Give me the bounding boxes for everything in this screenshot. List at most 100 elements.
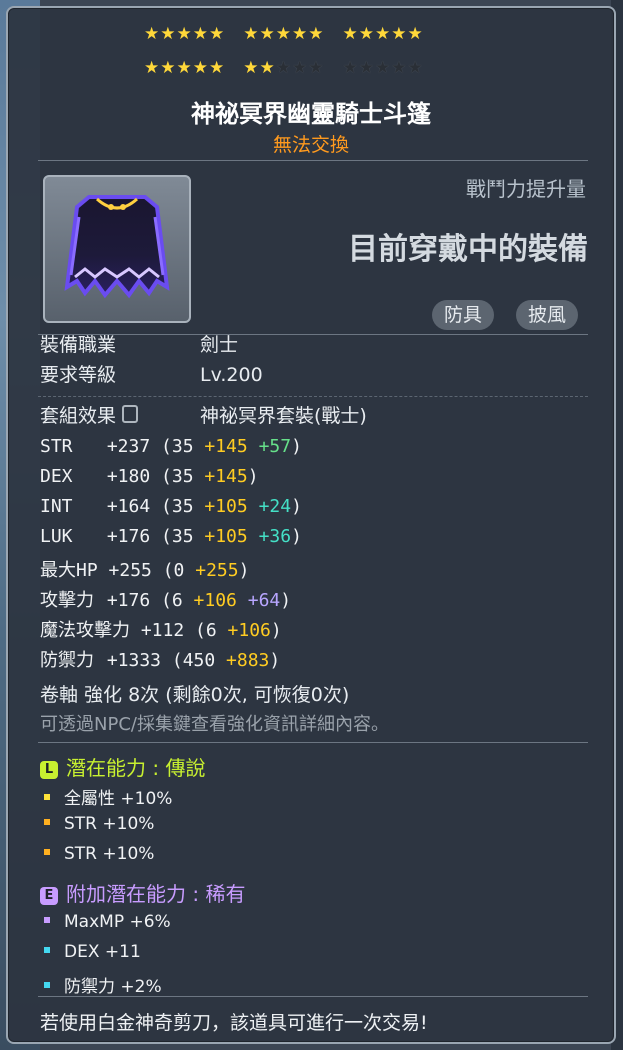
star-filled-icon: ★	[292, 24, 309, 44]
stat-name: STR	[40, 436, 73, 457]
stat-total: +112 (6	[130, 620, 228, 641]
star-empty-icon: ★	[275, 58, 292, 78]
additional-potential-header: E 附加潛在能力 : 稀有	[40, 878, 245, 907]
job-value: 劍士	[200, 334, 239, 356]
rare-grade-icon: E	[40, 887, 58, 905]
stat-line: INT +164 (35 +105 +24)	[40, 496, 302, 517]
potential-line: STR +10%	[44, 814, 154, 834]
stat-total: +180 (35	[96, 466, 205, 487]
stat-name: 最大HP	[40, 560, 98, 581]
star-force-row-1: ★★★★★ ★★★★★ ★★★★★	[144, 24, 442, 44]
stat-total: +1333 (450	[96, 650, 227, 671]
star-force-row-2: ★★★★★ ★★★★★ ★★★★★	[144, 58, 442, 78]
bullet-icon	[44, 794, 50, 800]
potential-line: MaxMP +6%	[44, 912, 171, 932]
star-filled-icon: ★	[259, 24, 276, 44]
job-requirement: 裝備職業 劍士	[40, 330, 238, 357]
stat-line: DEX +180 (35 +145)	[40, 466, 259, 487]
bullet-icon	[44, 849, 50, 855]
star-empty-icon: ★	[308, 58, 325, 78]
stat-close: )	[270, 620, 282, 641]
set-name: 神祕冥界套裝(戰士)	[200, 405, 367, 427]
stat-line: LUK +176 (35 +105 +36)	[40, 526, 302, 547]
star-group: ★★★★★	[243, 24, 324, 44]
level-label: 要求等級	[40, 364, 117, 386]
potential-title: 潛在能力 : 傳說	[66, 756, 206, 780]
stat-total: +164 (35	[96, 496, 205, 517]
star-filled-icon: ★	[144, 24, 161, 44]
job-label: 裝備職業	[40, 334, 117, 356]
additional-potential-title: 附加潛在能力 : 稀有	[66, 882, 246, 906]
set-effect[interactable]: 套組效果 神祕冥界套裝(戰士)	[40, 401, 367, 428]
divider	[38, 742, 588, 743]
stat-name: INT	[40, 496, 73, 517]
stat-bonus: +145	[204, 436, 248, 457]
item-tooltip: ★★★★★ ★★★★★ ★★★★★ ★★★★★ ★★★★★ ★★★★★ 神祕冥界幽靈騎士…	[6, 6, 616, 1044]
bullet-icon	[44, 982, 50, 988]
item-icon-frame	[43, 175, 191, 323]
stat-close: )	[291, 496, 302, 517]
star-filled-icon: ★	[160, 58, 177, 78]
potential-line: DEX +11	[44, 942, 141, 962]
cape-icon	[64, 195, 170, 299]
potential-line-text: DEX +11	[64, 942, 141, 962]
stat-bonus: +883	[226, 650, 270, 671]
star-group: ★★★★★	[343, 58, 424, 78]
stat-name: LUK	[40, 526, 73, 547]
potential-line-text: MaxMP +6%	[64, 912, 171, 932]
stat-close: )	[280, 590, 292, 611]
star-filled-icon: ★	[192, 58, 209, 78]
star-filled-icon: ★	[243, 58, 260, 78]
stat-close: )	[247, 466, 259, 487]
stat-extra: +57	[247, 436, 292, 457]
currently-equipped-label: 目前穿戴中的裝備	[348, 232, 588, 267]
category-tag-armor: 防具	[432, 300, 495, 330]
star-filled-icon: ★	[342, 24, 359, 44]
star-filled-icon: ★	[209, 58, 226, 78]
set-effect-label: 套組效果	[40, 401, 200, 428]
stat-close: )	[291, 436, 302, 457]
star-group: ★★★★★	[243, 58, 324, 78]
bullet-icon	[44, 917, 50, 923]
stat-name: 攻擊力	[40, 590, 94, 611]
potential-line: 全屬性 +10%	[44, 784, 172, 809]
star-filled-icon: ★	[209, 24, 226, 44]
stat-total: +255 (0	[97, 560, 196, 581]
potential-line-text: 全屬性 +10%	[64, 789, 173, 809]
star-filled-icon: ★	[375, 24, 392, 44]
stat-line: 防禦力 +1333 (450 +883)	[40, 646, 280, 672]
stat-bonus: +255	[195, 560, 239, 581]
stat-bonus: +106	[227, 620, 271, 641]
item-name: 神祕冥界幽靈騎士斗篷	[191, 100, 431, 128]
star-group: ★★★★★	[343, 24, 424, 44]
star-group: ★★★★★	[144, 24, 225, 44]
stat-name: 防禦力	[40, 650, 94, 671]
stat-line: 最大HP +255 (0 +255)	[40, 556, 249, 582]
divider	[38, 396, 588, 398]
star-empty-icon: ★	[375, 58, 392, 78]
legendary-grade-icon: L	[40, 761, 58, 779]
stat-line: 魔法攻擊力 +112 (6 +106)	[40, 616, 282, 642]
trade-hint: 若使用白金神奇剪刀，該道具可進行一次交易!	[40, 1012, 428, 1034]
star-empty-icon: ★	[407, 58, 424, 78]
stat-extra: +64	[236, 590, 281, 611]
level-requirement: 要求等級 Lv.200	[40, 360, 263, 387]
star-filled-icon: ★	[308, 24, 325, 44]
stat-close: )	[269, 650, 281, 671]
star-filled-icon: ★	[407, 24, 424, 44]
star-empty-icon: ★	[342, 58, 359, 78]
trade-status: 無法交換	[272, 134, 349, 156]
divider	[38, 996, 588, 997]
star-filled-icon: ★	[160, 24, 177, 44]
stat-name: 魔法攻擊力	[40, 620, 130, 641]
star-filled-icon: ★	[144, 58, 161, 78]
stat-total: +176 (35	[96, 526, 205, 547]
potential-line-text: 防禦力 +2%	[64, 977, 162, 997]
star-filled-icon: ★	[275, 24, 292, 44]
lock-icon	[122, 405, 139, 423]
bullet-icon	[44, 947, 50, 953]
potential-header: L 潛在能力 : 傳說	[40, 752, 205, 781]
stat-line: STR +237 (35 +145 +57)	[40, 436, 302, 457]
power-increase-label: 戰鬥力提升量	[466, 177, 586, 201]
star-group: ★★★★★	[144, 58, 225, 78]
